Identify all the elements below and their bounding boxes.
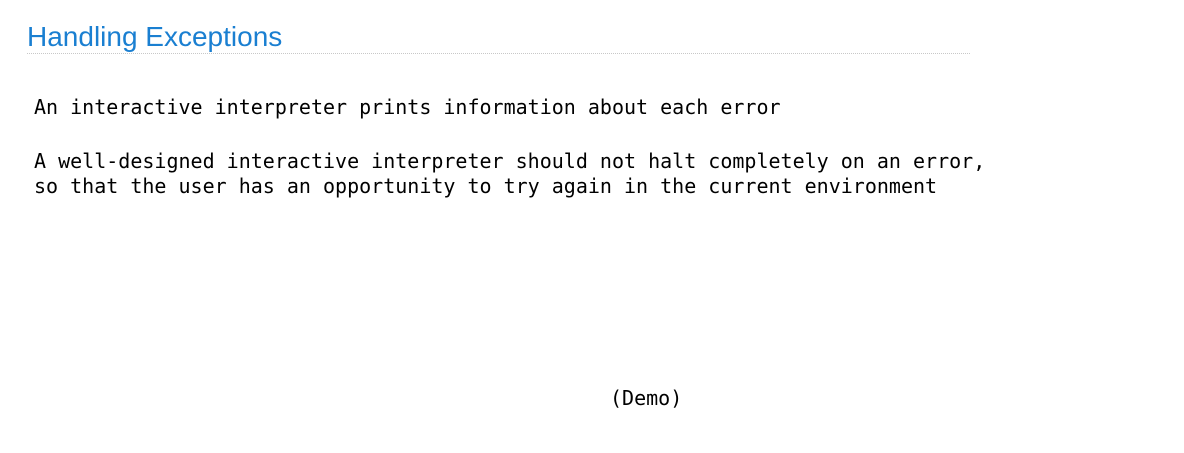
- paragraph-well-designed-line-1: A well-designed interactive interpreter …: [34, 149, 986, 173]
- slide-title: Handling Exceptions: [27, 21, 283, 52]
- paragraph-well-designed-line-2: so that the user has an opportunity to t…: [34, 174, 938, 198]
- slide: Handling Exceptions An interactive inter…: [0, 0, 1184, 453]
- paragraph-interpreter-prints-errors: An interactive interpreter prints inform…: [34, 95, 781, 119]
- title-divider: [27, 53, 970, 54]
- demo-label: (Demo): [610, 386, 683, 410]
